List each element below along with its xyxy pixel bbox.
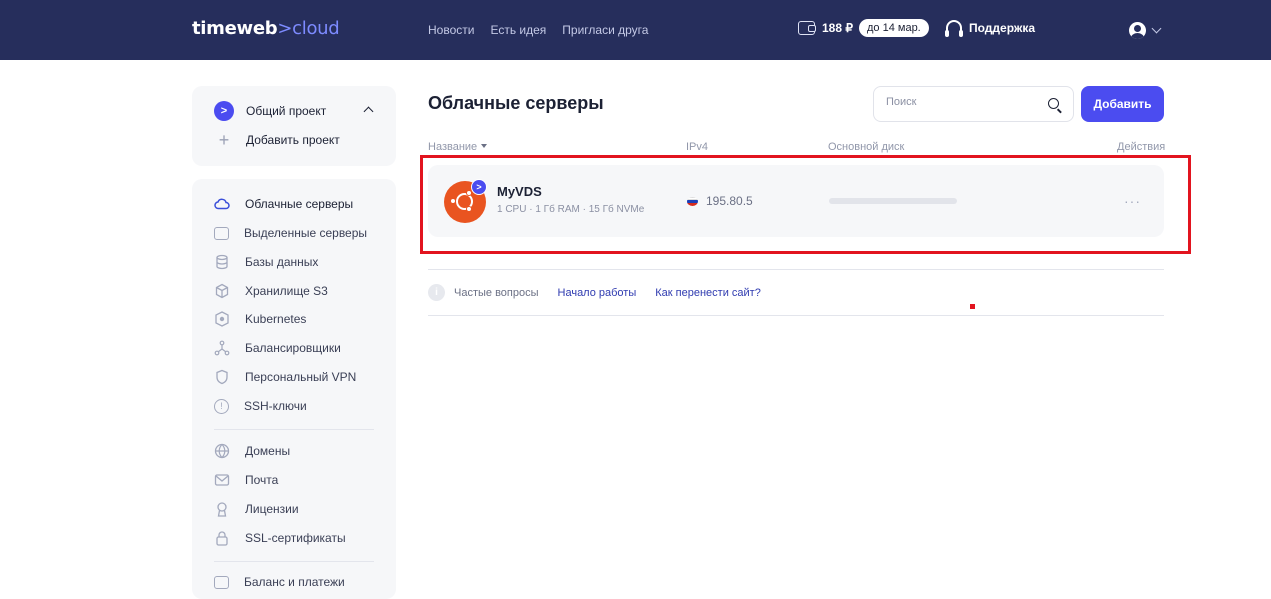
column-header-ipv4: IPv4 <box>686 141 709 153</box>
faq-row: i Частые вопросы Начало работы Как перен… <box>428 284 780 301</box>
mail-icon <box>214 474 230 486</box>
menu-divider <box>214 429 374 430</box>
info-icon: i <box>428 284 445 301</box>
sidebar-item-dedicated-servers[interactable]: Выделенные серверы <box>214 223 384 243</box>
sidebar-item-label: Персональный VPN <box>245 370 357 384</box>
chevron-up-icon[interactable] <box>363 106 374 117</box>
top-nav: Новости Есть идея Пригласи друга <box>428 23 648 37</box>
sidebar-item-vpn[interactable]: Персональный VPN <box>214 367 384 387</box>
search-box <box>873 86 1074 122</box>
balance-until-badge: до 14 мар. <box>859 19 929 37</box>
support-button[interactable]: Поддержка <box>945 20 1036 37</box>
server-icon <box>214 226 229 240</box>
wallet-icon <box>798 21 816 35</box>
column-header-name[interactable]: Название <box>428 141 488 153</box>
faq-label: Частые вопросы <box>454 286 539 299</box>
add-project-button[interactable]: + Добавить проект <box>214 130 340 150</box>
sidebar-item-label: Облачные серверы <box>245 197 354 211</box>
sort-caret-icon <box>481 144 488 148</box>
divider <box>428 269 1164 270</box>
sidebar-item-billing[interactable]: Баланс и платежи <box>214 572 384 592</box>
cursor-marker <box>970 304 975 309</box>
database-icon <box>216 254 228 270</box>
sidebar-item-databases[interactable]: Базы данных <box>214 252 384 272</box>
sidebar-item-label: Хранилище S3 <box>245 284 328 298</box>
sidebar-item-label: Домены <box>245 444 291 458</box>
user-menu[interactable] <box>1129 22 1162 39</box>
top-bar: timeweb>cloud Новости Есть идея Пригласи… <box>0 0 1271 60</box>
sidebar-item-licenses[interactable]: Лицензии <box>214 499 384 519</box>
balance-amount: 188 ₽ <box>822 21 853 35</box>
nav-news-link[interactable]: Новости <box>428 23 474 37</box>
sidebar-item-label: Балансировщики <box>245 341 341 355</box>
search-input[interactable] <box>886 96 1036 108</box>
nav-invite-link[interactable]: Пригласи друга <box>562 23 648 37</box>
sidebar-item-label: Базы данных <box>245 255 319 269</box>
license-icon <box>217 502 227 517</box>
logo-accent: >cloud <box>277 18 340 39</box>
logo[interactable]: timeweb>cloud <box>192 18 340 39</box>
faq-link-getting-started[interactable]: Начало работы <box>558 287 637 299</box>
sidebar-item-label: SSL-сертификаты <box>245 531 346 545</box>
add-project-label: Добавить проект <box>246 133 340 147</box>
balancer-icon <box>214 340 230 356</box>
sidebar-item-label: Выделенные серверы <box>244 226 368 240</box>
shield-icon <box>216 369 228 385</box>
sidebar-item-label: Kubernetes <box>245 312 307 326</box>
cloud-icon <box>214 198 230 210</box>
sidebar-item-cloud-servers[interactable]: Облачные серверы <box>214 194 384 214</box>
logo-main: timeweb <box>192 18 278 39</box>
sidebar-menu: Облачные серверы Выделенные серверы Базы… <box>192 179 396 599</box>
highlight-frame <box>420 155 1191 254</box>
column-header-disk: Основной диск <box>828 141 905 153</box>
cube-icon <box>215 283 229 299</box>
sidebar-item-mail[interactable]: Почта <box>214 470 384 490</box>
project-switcher: > Общий проект + Добавить проект <box>192 86 396 166</box>
sidebar-item-domains[interactable]: Домены <box>214 441 384 461</box>
divider <box>428 315 1164 316</box>
lock-icon <box>216 531 228 546</box>
sidebar-item-label: SSH-ключи <box>244 399 307 413</box>
user-avatar-icon <box>1129 22 1146 39</box>
balance-widget[interactable]: 188 ₽ до 14 мар. <box>798 19 929 37</box>
sidebar-item-balancers[interactable]: Балансировщики <box>214 338 384 358</box>
support-label: Поддержка <box>969 20 1036 35</box>
current-project-label: Общий проект <box>246 104 327 118</box>
sidebar-item-label: Баланс и платежи <box>244 575 345 589</box>
sidebar-item-label: Лицензии <box>245 502 299 516</box>
sidebar-item-label: Почта <box>245 473 279 487</box>
search-icon[interactable] <box>1048 98 1059 109</box>
sidebar-item-ssl[interactable]: SSL-сертификаты <box>214 528 384 548</box>
headset-icon <box>945 20 963 37</box>
current-project[interactable]: > Общий проект <box>214 101 326 121</box>
wallet-icon <box>214 575 229 589</box>
menu-divider <box>214 561 374 562</box>
chevron-down-icon <box>1151 23 1162 34</box>
key-icon: ! <box>214 398 229 414</box>
globe-icon <box>214 443 230 459</box>
faq-link-migrate-site[interactable]: Как перенести сайт? <box>655 287 761 299</box>
nav-idea-link[interactable]: Есть идея <box>490 23 546 37</box>
sidebar-item-ssh-keys[interactable]: ! SSH-ключи <box>214 396 384 416</box>
add-server-button[interactable]: Добавить <box>1081 86 1164 122</box>
plus-icon: + <box>218 129 230 150</box>
project-badge-icon: > <box>214 101 234 121</box>
sidebar-item-kubernetes[interactable]: Kubernetes <box>214 309 384 329</box>
page-title: Облачные серверы <box>428 93 604 113</box>
column-header-label: Название <box>428 141 478 153</box>
sidebar-item-s3[interactable]: Хранилище S3 <box>214 281 384 301</box>
column-header-actions: Действия <box>1117 141 1166 153</box>
kubernetes-icon <box>215 311 229 327</box>
